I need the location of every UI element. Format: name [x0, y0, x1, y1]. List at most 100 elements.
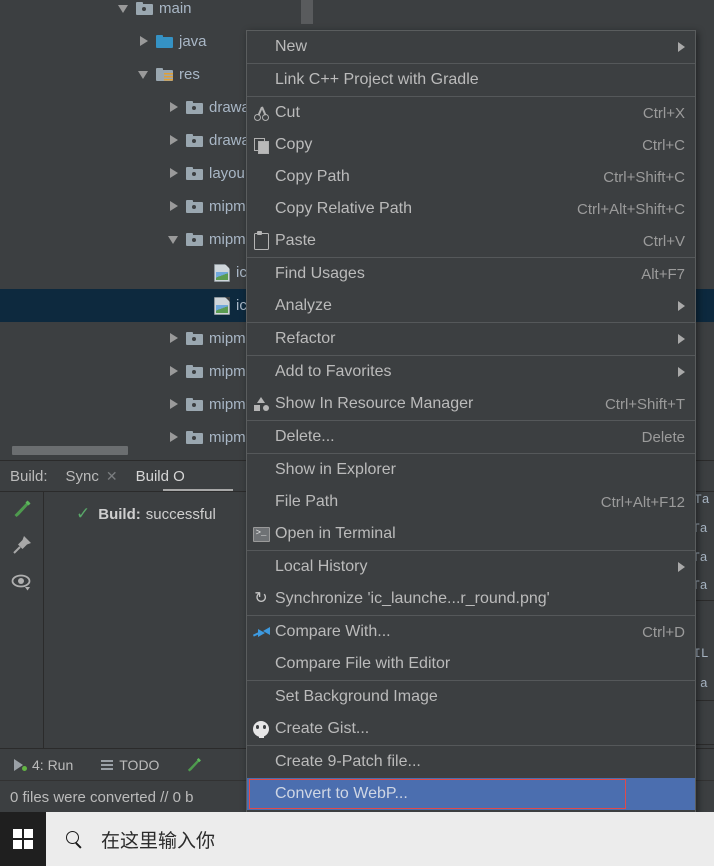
- menu-item[interactable]: File Path Ctrl+Alt+F12: [247, 486, 695, 518]
- menu-item[interactable]: Cut Ctrl+X: [247, 97, 695, 129]
- tool-run[interactable]: 4: Run: [14, 757, 73, 773]
- chevron-right-icon[interactable]: [168, 134, 181, 147]
- folder-icon: [186, 232, 203, 247]
- menu-item-label: Paste: [275, 232, 316, 249]
- menu-item[interactable]: Copy Relative Path Ctrl+Alt+Shift+C: [247, 193, 695, 225]
- menu-item[interactable]: Copy Ctrl+C: [247, 129, 695, 161]
- menu-item[interactable]: Copy Path Ctrl+Shift+C: [247, 161, 695, 193]
- submenu-arrow-icon: [678, 334, 685, 344]
- hammer-icon[interactable]: [11, 498, 33, 520]
- build-status: ✓ Build: successful: [76, 504, 216, 524]
- chevron-right-icon[interactable]: [168, 365, 181, 378]
- menu-item[interactable]: Show in Explorer: [247, 454, 695, 486]
- tree-row-label: main: [159, 0, 192, 17]
- tool-build-hammer[interactable]: [185, 756, 203, 774]
- windows-logo-icon: [13, 829, 33, 849]
- folder-icon: [186, 430, 203, 445]
- tool-todo[interactable]: TODO: [101, 757, 159, 773]
- submenu-arrow-icon: [678, 367, 685, 377]
- eye-icon[interactable]: [11, 571, 33, 593]
- build-window-title: Build:: [10, 467, 48, 485]
- menu-item[interactable]: Create Gist...: [247, 713, 695, 745]
- tree-row-label: mipm: [209, 330, 246, 347]
- tree-row-label: res: [179, 66, 200, 83]
- tree-no-arrow: [196, 266, 209, 279]
- menu-item[interactable]: Compare File with Editor: [247, 648, 695, 680]
- menu-item[interactable]: Add to Favorites: [247, 356, 695, 388]
- folder-icon: [186, 199, 203, 214]
- menu-item[interactable]: Delete... Delete: [247, 421, 695, 453]
- tree-row-label: mipm: [209, 396, 246, 413]
- tree-row[interactable]: main: [0, 0, 714, 25]
- output-text-fragment: Ta: [694, 492, 710, 507]
- chevron-right-icon[interactable]: [168, 332, 181, 345]
- status-bar-message: 0 files were converted // 0 b: [10, 788, 194, 806]
- menu-item[interactable]: Compare With... Ctrl+D: [247, 616, 695, 648]
- taskbar-search-input[interactable]: 在这里输入你: [46, 812, 714, 866]
- menu-item-label: Show in Explorer: [275, 461, 396, 478]
- folder-icon: [156, 34, 173, 49]
- menu-item-label: Compare File with Editor: [275, 655, 451, 672]
- menu-item[interactable]: >_ Open in Terminal: [247, 518, 695, 550]
- build-status-value: successful: [145, 505, 216, 523]
- start-button[interactable]: [0, 812, 46, 866]
- folder-icon: [186, 331, 203, 346]
- menu-item[interactable]: Convert to WebP...: [247, 778, 695, 810]
- build-status-label: Build:: [98, 505, 141, 523]
- menu-item-label: Local History: [275, 558, 368, 575]
- close-icon[interactable]: ✕: [106, 468, 118, 485]
- menu-icon-placeholder: [247, 486, 275, 518]
- submenu-arrow-icon: [678, 42, 685, 52]
- output-text-fragment: a: [700, 676, 708, 691]
- chevron-right-icon[interactable]: [168, 200, 181, 213]
- chevron-right-icon[interactable]: [168, 398, 181, 411]
- menu-item[interactable]: Create 9-Patch file...: [247, 746, 695, 778]
- chevron-right-icon[interactable]: [168, 167, 181, 180]
- menu-item-label: Open in Terminal: [275, 525, 396, 542]
- menu-icon-placeholder: [247, 421, 275, 453]
- menu-item-shortcut: Ctrl+V: [642, 232, 685, 250]
- submenu-arrow-icon: [678, 562, 685, 572]
- image-file-icon: [214, 296, 230, 315]
- menu-item[interactable]: Set Background Image: [247, 681, 695, 713]
- menu-item[interactable]: Refactor: [247, 323, 695, 355]
- folder-icon: [156, 67, 173, 82]
- menu-item-shortcut: Ctrl+Alt+F12: [600, 493, 685, 511]
- menu-item-label: Link C++ Project with Gradle: [275, 71, 479, 88]
- submenu-arrow-icon: [678, 301, 685, 311]
- menu-item-label: Analyze: [275, 297, 332, 314]
- tree-no-arrow: [196, 299, 209, 312]
- menu-item[interactable]: Local History: [247, 551, 695, 583]
- tab-build-output[interactable]: Build O: [136, 468, 185, 485]
- menu-icon-placeholder: [247, 161, 275, 193]
- chevron-right-icon[interactable]: [168, 431, 181, 444]
- menu-icon-placeholder: [247, 356, 275, 388]
- context-menu[interactable]: New Link C++ Project with Gradle Cut Ctrl+X…: [246, 30, 696, 843]
- tree-vertical-scrollbar[interactable]: [301, 0, 313, 24]
- run-status-dot: [22, 766, 27, 771]
- menu-item[interactable]: Find Usages Alt+F7: [247, 258, 695, 290]
- menu-item-shortcut: Ctrl+D: [642, 623, 685, 641]
- menu-item-shortcut: Alt+F7: [641, 265, 685, 283]
- github-icon: [247, 713, 275, 745]
- menu-item[interactable]: Link C++ Project with Gradle: [247, 64, 695, 96]
- resource-manager-icon: [247, 388, 275, 420]
- menu-item-label: Create 9-Patch file...: [275, 753, 421, 770]
- tree-horizontal-scrollbar[interactable]: [12, 446, 128, 455]
- chevron-right-icon[interactable]: [138, 35, 151, 48]
- menu-item[interactable]: Analyze: [247, 290, 695, 322]
- chevron-down-icon[interactable]: [168, 233, 181, 246]
- menu-item[interactable]: Show In Resource Manager Ctrl+Shift+T: [247, 388, 695, 420]
- chevron-right-icon[interactable]: [168, 101, 181, 114]
- chevron-down-icon[interactable]: [138, 68, 151, 81]
- terminal-icon: >_: [247, 518, 275, 550]
- menu-item[interactable]: ↻ Synchronize 'ic_launche...r_round.png': [247, 583, 695, 615]
- folder-icon: [186, 364, 203, 379]
- menu-item-shortcut: Delete: [641, 428, 685, 446]
- menu-item[interactable]: New: [247, 31, 695, 63]
- folder-icon: [186, 133, 203, 148]
- pin-icon[interactable]: [11, 534, 33, 556]
- chevron-down-icon[interactable]: [118, 2, 131, 15]
- tab-sync[interactable]: Sync ✕: [66, 468, 118, 485]
- menu-item[interactable]: Paste Ctrl+V: [247, 225, 695, 257]
